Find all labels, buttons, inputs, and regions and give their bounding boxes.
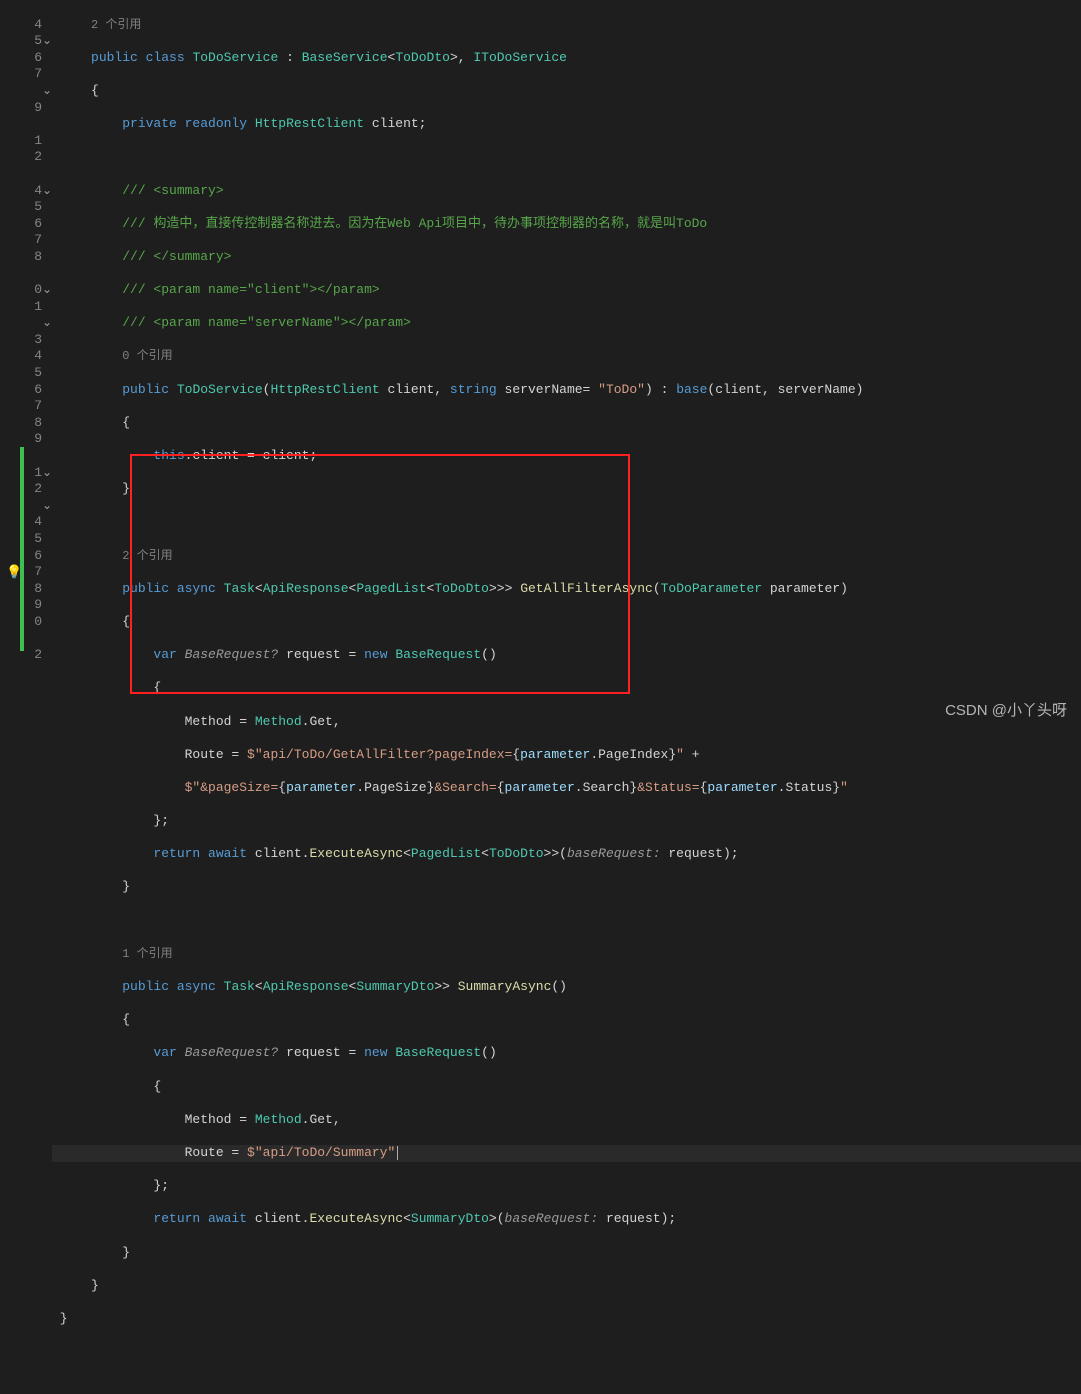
- code-lens: 0 个引用: [122, 349, 172, 363]
- watermark: CSDN @小丫头呀: [945, 699, 1067, 720]
- code-content[interactable]: 2 个引用 public class ToDoService : BaseSer…: [48, 0, 1081, 730]
- code-editor: 💡 4 5⌄ 6 7 ⌄ 9 1 2 4⌄ 5 6 7 8 0⌄ 1 ⌄ 3 4…: [0, 0, 1081, 730]
- code-lens: 2 个引用: [91, 18, 141, 32]
- text-cursor: [397, 1146, 398, 1160]
- code-lens: 2 个引用: [122, 549, 172, 563]
- code-lens: 1 个引用: [122, 947, 172, 961]
- gutter: 💡 4 5⌄ 6 7 ⌄ 9 1 2 4⌄ 5 6 7 8 0⌄ 1 ⌄ 3 4…: [0, 0, 48, 730]
